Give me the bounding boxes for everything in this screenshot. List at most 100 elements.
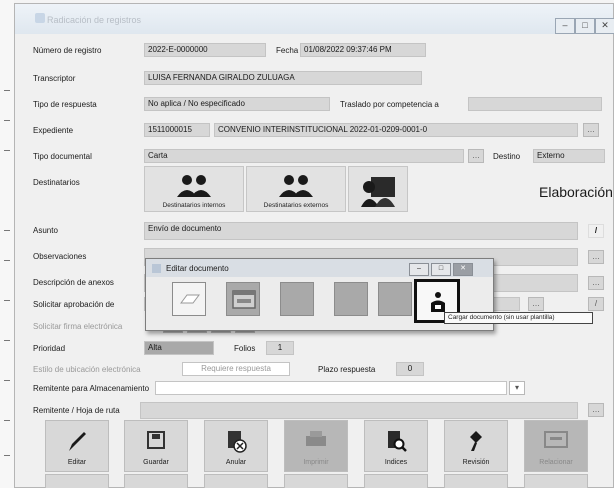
editar-button[interactable]: Editar: [45, 420, 109, 472]
editar-label: Editar: [67, 459, 87, 466]
dialog-option-3-icon[interactable]: [280, 282, 314, 316]
maximize-button[interactable]: □: [575, 18, 595, 34]
toolbar-row2-button[interactable]: [364, 474, 428, 488]
asunto-field[interactable]: Envío de documento: [144, 222, 578, 240]
destinatarios-externos-button[interactable]: Destinatarios externos: [246, 166, 346, 212]
prioridad-label: Prioridad: [33, 344, 66, 353]
indices-button[interactable]: Indices: [364, 420, 428, 472]
toolbar-row2-button[interactable]: [524, 474, 588, 488]
destino-label: Destino: [493, 152, 521, 161]
descripcion-anexos-label: Descripción de anexos: [33, 278, 114, 287]
window-titlebar: Radicación de registros – □ ✕: [15, 4, 614, 34]
fecha-label: Fecha: [276, 46, 299, 55]
aprobacion-edit-button[interactable]: /: [588, 297, 604, 311]
expediente-search-button[interactable]: …: [583, 123, 599, 137]
transcriptor-label: Transcriptor: [33, 74, 76, 83]
print-icon: [306, 431, 326, 446]
rail-tick: [4, 230, 10, 231]
minimize-button[interactable]: –: [555, 18, 575, 34]
imprimir-label: Imprimir: [303, 459, 329, 466]
toolbar-row2-button[interactable]: [444, 474, 508, 488]
anular-button[interactable]: Anular: [204, 420, 268, 472]
dialog-title: Editar documento: [166, 264, 229, 273]
estilo-ubicacion-field[interactable]: Requiere respuesta: [182, 362, 290, 376]
toolbar-row2-button[interactable]: [284, 474, 348, 488]
traslado-label: Traslado por competencia a: [340, 100, 439, 109]
rail-tick: [4, 420, 10, 421]
chevron-down-icon[interactable]: ▾: [509, 381, 525, 395]
remitente-hoja-button[interactable]: …: [588, 403, 604, 417]
prioridad-select[interactable]: Alta: [144, 341, 214, 355]
window-template-icon[interactable]: [226, 282, 260, 316]
rail-tick: [4, 300, 10, 301]
numero-registro-label: Número de registro: [33, 46, 102, 55]
remitente-archivo-select[interactable]: [155, 381, 507, 395]
tipo-documental-field[interactable]: Carta: [144, 149, 464, 163]
tipo-respuesta-select[interactable]: No aplica / No especificado: [144, 97, 330, 111]
rail-tick: [4, 90, 10, 91]
link-window-icon: [544, 431, 568, 448]
dialog-minimize-button[interactable]: –: [409, 263, 429, 276]
destinatarios-group-button[interactable]: [348, 166, 408, 212]
expediente-code-field[interactable]: 1511000015: [144, 123, 210, 137]
window-title: Radicación de registros: [47, 15, 142, 25]
tipo-documental-search-button[interactable]: …: [468, 149, 484, 163]
rail-tick: [4, 260, 10, 261]
relacionar-label: Relacionar: [539, 459, 573, 466]
imprimir-button[interactable]: Imprimir: [284, 420, 348, 472]
numero-registro-field[interactable]: 2022-E-0000000: [144, 43, 266, 57]
window-icon: [232, 290, 256, 309]
destinatarios-externos-label: Destinatarios externos: [263, 202, 329, 209]
app-icon: [35, 13, 45, 23]
rail-tick: [4, 120, 10, 121]
traslado-field[interactable]: [468, 97, 602, 111]
elaboracion-label: Elaboración: [539, 184, 613, 200]
solicitar-aprobacion-label: Solicitar aprobación de: [33, 300, 115, 309]
expediente-label: Expediente: [33, 126, 74, 135]
rail-tick: [4, 150, 10, 151]
dialog-close-button[interactable]: ✕: [453, 263, 473, 276]
destinatarios-internos-button[interactable]: Destinatarios internos: [144, 166, 244, 212]
dialog-maximize-button[interactable]: □: [431, 263, 451, 276]
anular-label: Anular: [225, 459, 247, 466]
edit-pencil-icon[interactable]: /: [588, 224, 604, 238]
toolbar-row2-button[interactable]: [45, 474, 109, 488]
revision-label: Revisión: [462, 459, 490, 466]
observaciones-button[interactable]: …: [588, 250, 604, 264]
cargar-documento-tooltip: Cargar documento (sin usar plantilla): [444, 312, 593, 324]
save-icon: [147, 431, 165, 449]
remitente-archivo-label: Remitente para Almacenamiento: [33, 384, 150, 393]
descripcion-anexos-button[interactable]: …: [588, 276, 604, 290]
dialog-option-4-icon[interactable]: [334, 282, 368, 316]
aprobacion-add-button[interactable]: …: [528, 297, 544, 311]
destinatarios-label: Destinatarios: [33, 178, 80, 187]
upload-person-icon: [431, 292, 445, 312]
plazo-respuesta-field[interactable]: 0: [396, 362, 424, 376]
editar-documento-dialog: Editar documento – □ ✕: [145, 258, 494, 331]
toolbar-row2-button[interactable]: [124, 474, 188, 488]
guardar-label: Guardar: [143, 459, 169, 466]
expediente-name-field[interactable]: CONVENIO INTERINSTITUCIONAL 2022-01-0209…: [214, 123, 578, 137]
observaciones-label: Observaciones: [33, 252, 87, 261]
dialog-titlebar: Editar documento – □ ✕: [146, 259, 493, 277]
dialog-option-5-icon[interactable]: [378, 282, 412, 316]
cancel-document-icon: [228, 431, 247, 453]
close-button[interactable]: ✕: [595, 18, 614, 34]
transcriptor-field[interactable]: LUISA FERNANDA GIRALDO ZULUAGA: [144, 71, 422, 85]
people-icon: [177, 175, 211, 197]
search-document-icon: [388, 431, 407, 452]
fecha-field[interactable]: 01/08/2022 09:37:46 PM: [300, 43, 426, 57]
people-icon: [279, 175, 313, 197]
remitente-hoja-field[interactable]: [140, 402, 578, 419]
estilo-ubicacion-label: Estilo de ubicación electrónica: [33, 365, 141, 374]
rail-tick: [4, 380, 10, 381]
review-icon: [470, 431, 482, 451]
toolbar-row2-button[interactable]: [204, 474, 268, 488]
relacionar-button[interactable]: Relacionar: [524, 420, 588, 472]
destino-select[interactable]: Externo: [533, 149, 605, 163]
folios-field[interactable]: 1: [266, 341, 294, 355]
rail-tick: [4, 455, 10, 456]
plantilla-icon[interactable]: [172, 282, 206, 316]
guardar-button[interactable]: Guardar: [124, 420, 188, 472]
revision-button[interactable]: Revisión: [444, 420, 508, 472]
